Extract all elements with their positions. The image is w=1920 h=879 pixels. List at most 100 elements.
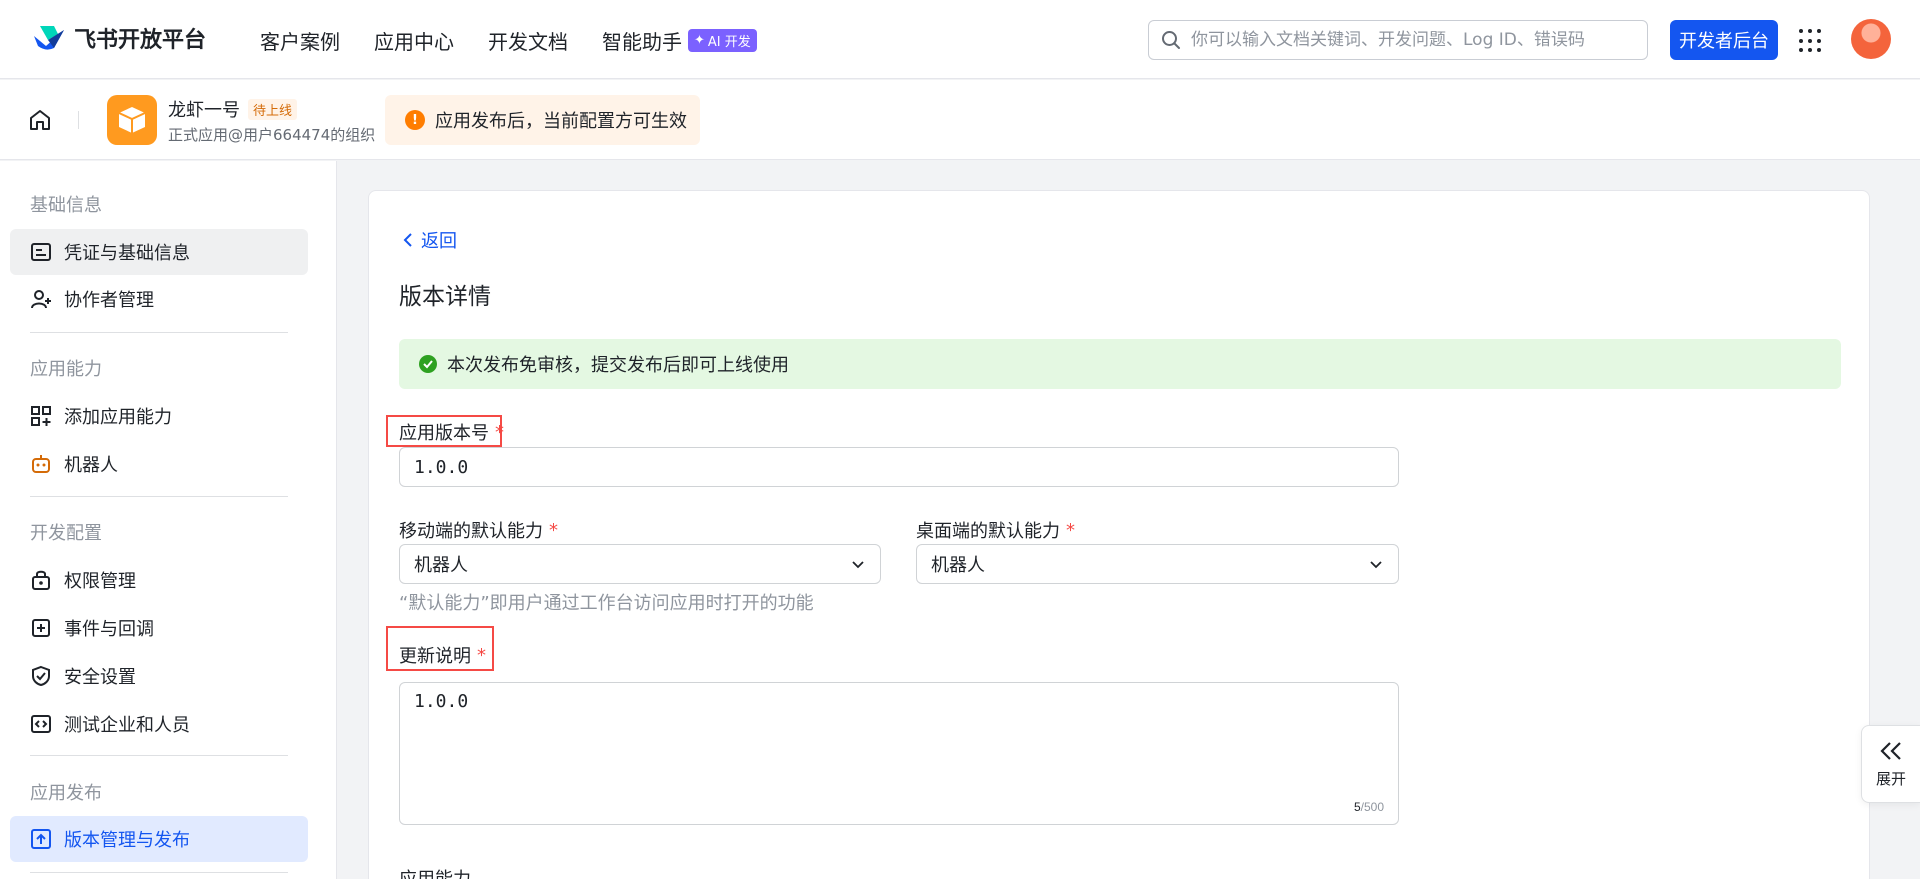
- desktop-default-select[interactable]: 机器人: [916, 544, 1399, 584]
- lock-icon: [32, 570, 50, 590]
- app-header: 龙虾一号 待上线 正式应用@用户664474的组织 ! 应用发布后，当前配置方可…: [0, 80, 1920, 160]
- brand-logo[interactable]: 飞书开放平台: [32, 22, 206, 54]
- search-icon: [1162, 31, 1180, 49]
- char-max: /500: [1360, 800, 1384, 814]
- capabilities-section-label: 应用能力: [399, 865, 471, 879]
- expand-panel-button[interactable]: 展开: [1861, 725, 1920, 803]
- page-title: 版本详情: [399, 284, 491, 310]
- success-banner: 本次发布免审核，提交发布后即可上线使用: [399, 339, 1841, 389]
- sidebar-item-label: 权限管理: [64, 571, 136, 592]
- code-icon: [31, 715, 51, 733]
- sidebar-item-events[interactable]: 事件与回调: [10, 605, 308, 651]
- nav-dev-docs[interactable]: 开发文档: [488, 26, 568, 55]
- sidebar-item-credentials[interactable]: 凭证与基础信息: [10, 229, 308, 275]
- sidebar-item-label: 安全设置: [64, 667, 136, 688]
- required-mark: *: [477, 644, 486, 666]
- upload-icon: [31, 829, 51, 849]
- release-notes-label-text: 更新说明: [399, 646, 471, 667]
- publish-notice-text: 应用发布后，当前配置方可生效: [435, 111, 687, 132]
- search-input[interactable]: [1191, 30, 1635, 50]
- publish-notice: ! 应用发布后，当前配置方可生效: [385, 95, 700, 145]
- app-icon: [107, 95, 157, 145]
- sidebar-section-publish: 应用发布: [30, 783, 102, 804]
- required-mark: *: [495, 421, 504, 443]
- desktop-default-label: 桌面端的默认能力 *: [916, 517, 1075, 543]
- app-subtitle: 正式应用@用户664474的组织: [168, 126, 376, 144]
- nav-smart-assistant-label: 智能助手: [602, 30, 682, 54]
- robot-icon: [32, 455, 50, 473]
- sidebar-item-label: 机器人: [64, 455, 118, 476]
- back-label: 返回: [421, 231, 457, 252]
- mobile-default-label-text: 移动端的默认能力: [399, 521, 543, 542]
- sidebar-item-label: 测试企业和人员: [64, 715, 190, 736]
- release-notes-value: 1.0.0: [414, 691, 469, 712]
- user-avatar[interactable]: [1851, 19, 1891, 59]
- divider: [78, 111, 79, 129]
- sidebar-divider: [30, 332, 288, 333]
- chevron-down-icon: [852, 561, 864, 569]
- search-box[interactable]: [1148, 20, 1648, 60]
- version-label: 应用版本号 *: [399, 419, 504, 445]
- sidebar-item-bot[interactable]: 机器人: [10, 441, 308, 487]
- sidebar-section-capabilities: 应用能力: [30, 359, 102, 380]
- ai-badge-label: AI 开发: [707, 35, 751, 50]
- shield-icon: [32, 665, 50, 687]
- mobile-default-value: 机器人: [414, 555, 468, 576]
- sidebar-item-label: 协作者管理: [64, 290, 154, 311]
- app-grid-icon[interactable]: [1799, 29, 1823, 53]
- char-counter: 5/500: [1354, 800, 1384, 814]
- success-text: 本次发布免审核，提交发布后即可上线使用: [447, 355, 789, 376]
- user-add-icon: [31, 290, 51, 309]
- app-name-label: 龙虾一号: [168, 100, 240, 121]
- version-label-text: 应用版本号: [399, 423, 489, 444]
- nav-customer-cases[interactable]: 客户案例: [260, 26, 340, 55]
- home-icon[interactable]: [28, 108, 52, 132]
- ai-badge: ✦ AI 开发: [688, 29, 757, 52]
- sidebar-item-add-capability[interactable]: 添加应用能力: [10, 393, 308, 439]
- double-chevron-left-icon: [1880, 741, 1901, 760]
- default-capability-hint: “默认能力”即用户通过工作台访问应用时打开的功能: [399, 593, 814, 614]
- app-name: 龙虾一号 待上线: [168, 96, 298, 122]
- sidebar-item-label: 凭证与基础信息: [64, 243, 190, 264]
- sidebar: 基础信息 凭证与基础信息 协作者管理 应用能力 添加应用能力 机器人 开发配置 …: [0, 161, 337, 879]
- release-notes-label: 更新说明 *: [399, 642, 486, 668]
- sidebar-item-test-users[interactable]: 测试企业和人员: [10, 701, 308, 747]
- chevron-left-icon: [403, 233, 412, 247]
- sidebar-section-basic: 基础信息: [30, 195, 102, 216]
- top-navbar: 飞书开放平台 客户案例 应用中心 开发文档 智能助手 ✦ AI 开发 开发者后台: [0, 0, 1920, 79]
- sidebar-item-label: 添加应用能力: [64, 407, 172, 428]
- sidebar-section-dev-config: 开发配置: [30, 523, 102, 544]
- main-nav: 客户案例 应用中心 开发文档 智能助手 ✦ AI 开发: [260, 26, 757, 55]
- mobile-default-label: 移动端的默认能力 *: [399, 517, 558, 543]
- version-detail-card: 返回 版本详情 本次发布免审核，提交发布后即可上线使用 应用版本号 * 1.0.…: [368, 190, 1870, 879]
- warning-icon: !: [405, 110, 425, 130]
- nav-app-center[interactable]: 应用中心: [374, 26, 454, 55]
- chevron-down-icon: [1370, 561, 1382, 569]
- brand-name: 飞书开放平台: [74, 28, 207, 53]
- sidebar-divider: [30, 755, 288, 756]
- required-mark: *: [549, 519, 558, 541]
- version-input[interactable]: 1.0.0: [399, 447, 1399, 487]
- back-link[interactable]: 返回: [401, 227, 457, 253]
- feishu-logo-icon: [34, 26, 64, 50]
- event-icon: [32, 619, 50, 637]
- nav-smart-assistant[interactable]: 智能助手 ✦ AI 开发: [602, 26, 757, 55]
- sparkle-icon: ✦: [694, 33, 705, 48]
- release-notes-textarea[interactable]: 1.0.0 5/500: [399, 682, 1399, 825]
- mobile-default-select[interactable]: 机器人: [399, 544, 881, 584]
- char-count: 5: [1353, 800, 1361, 814]
- sidebar-item-label: 版本管理与发布: [64, 830, 190, 851]
- sidebar-item-collaborators[interactable]: 协作者管理: [10, 276, 308, 322]
- expand-label: 展开: [1875, 769, 1906, 788]
- box-icon: [118, 107, 146, 133]
- apps-add-icon: [31, 406, 51, 426]
- developer-console-button[interactable]: 开发者后台: [1670, 20, 1778, 60]
- check-circle-icon: [419, 355, 437, 373]
- sidebar-item-permissions[interactable]: 权限管理: [10, 557, 308, 603]
- desktop-default-value: 机器人: [931, 555, 985, 576]
- sidebar-item-security[interactable]: 安全设置: [10, 653, 308, 699]
- sidebar-divider: [30, 496, 288, 497]
- sidebar-item-version-publish[interactable]: 版本管理与发布: [10, 816, 308, 862]
- desktop-default-label-text: 桌面端的默认能力: [916, 521, 1060, 542]
- id-card-icon: [31, 243, 51, 261]
